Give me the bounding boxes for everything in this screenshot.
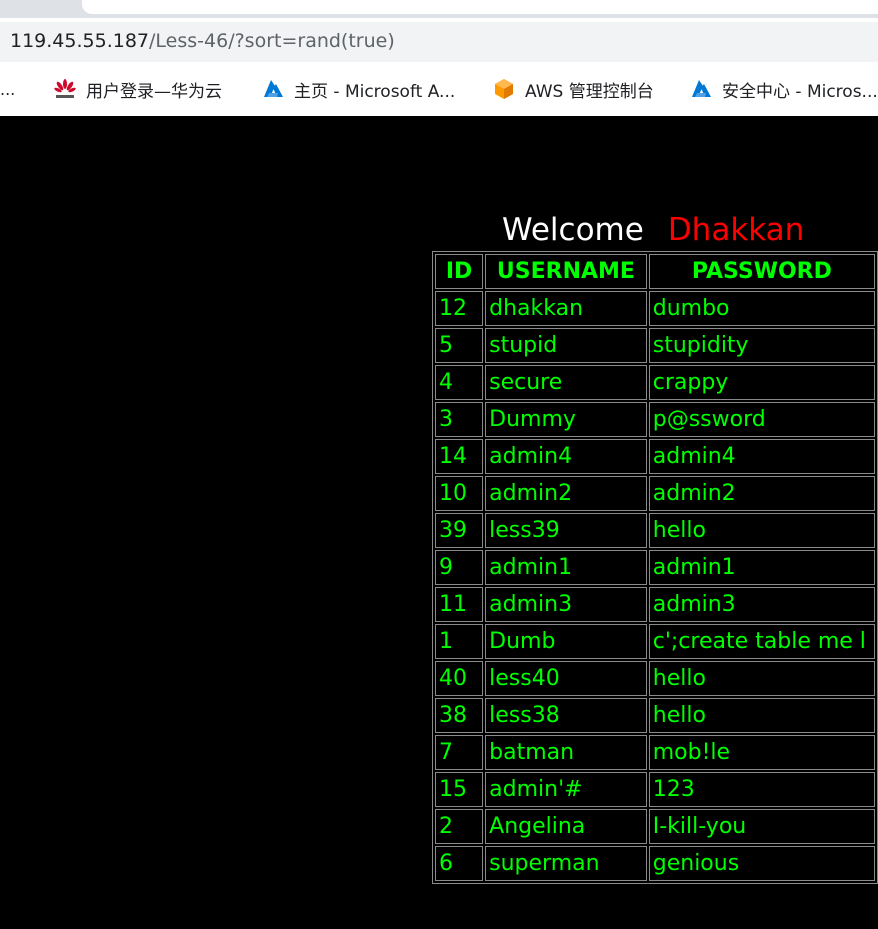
- cell-id: 6: [435, 846, 484, 881]
- bookmark-security-center[interactable]: 安全中心 - Micros...: [690, 78, 878, 102]
- table-row: 38 less38 hello: [435, 698, 875, 733]
- cell-id: 39: [435, 513, 484, 548]
- cell-password: hello: [648, 661, 875, 696]
- table-row: 4 secure crappy: [435, 365, 875, 400]
- table-row: 14 admin4 admin4: [435, 439, 875, 474]
- cell-username: Dummy: [485, 402, 647, 437]
- tab-strip: [0, 0, 878, 18]
- bookmarks-overflow[interactable]: ...: [0, 80, 15, 99]
- cell-password: crappy: [648, 365, 875, 400]
- cell-id: 15: [435, 772, 484, 807]
- cell-username: Dumb: [485, 624, 647, 659]
- bookmark-label: 安全中心 - Micros...: [722, 81, 878, 102]
- table-body: 12 dhakkan dumbo 5 stupid stupidity 4 secure cra…: [435, 291, 875, 881]
- cell-username: Angelina: [485, 809, 647, 844]
- cell-password: admin4: [648, 439, 875, 474]
- table-row: 2 Angelina I-kill-you: [435, 809, 875, 844]
- cell-username: batman: [485, 735, 647, 770]
- bookmark-label: 主页 - Microsoft A...: [294, 81, 456, 102]
- welcome-heading: Welcome Dhakkan: [502, 212, 804, 248]
- cell-id: 5: [435, 328, 484, 363]
- welcome-text: Welcome: [502, 212, 644, 248]
- browser-chrome: 119.45.55.187/Less-46/?sort=rand(true) .…: [0, 0, 878, 116]
- table-row: 6 superman genious: [435, 846, 875, 881]
- azure-icon: [690, 78, 712, 100]
- table-row: 9 admin1 admin1: [435, 550, 875, 585]
- cell-id: 3: [435, 402, 484, 437]
- bookmark-label: AWS 管理控制台: [525, 81, 654, 102]
- table-row: 11 admin3 admin3: [435, 587, 875, 622]
- bookmark-huawei[interactable]: 用户登录—华为云: [54, 78, 222, 102]
- cell-id: 4: [435, 365, 484, 400]
- azure-icon: [262, 78, 284, 100]
- cell-password: admin2: [648, 476, 875, 511]
- table-row: 12 dhakkan dumbo: [435, 291, 875, 326]
- cell-password: 123: [648, 772, 875, 807]
- cell-username: admin1: [485, 550, 647, 585]
- cell-id: 11: [435, 587, 484, 622]
- cell-username: less38: [485, 698, 647, 733]
- cell-password: hello: [648, 513, 875, 548]
- header-password: PASSWORD: [648, 254, 875, 289]
- table-row: 3 Dummy p@ssword: [435, 402, 875, 437]
- cell-password: I-kill-you: [648, 809, 875, 844]
- url-path: /Less-46/?sort=rand(true): [149, 30, 395, 52]
- bookmark-aws[interactable]: AWS 管理控制台: [493, 78, 654, 102]
- cell-username: secure: [485, 365, 647, 400]
- active-tab-edge[interactable]: [82, 0, 878, 14]
- cell-password: dumbo: [648, 291, 875, 326]
- table-row: 39 less39 hello: [435, 513, 875, 548]
- table-row: 5 stupid stupidity: [435, 328, 875, 363]
- cell-username: admin'#: [485, 772, 647, 807]
- user-name: Dhakkan: [667, 212, 805, 248]
- cell-username: less39: [485, 513, 647, 548]
- cell-username: less40: [485, 661, 647, 696]
- cell-password: stupidity: [648, 328, 875, 363]
- header-username: USERNAME: [485, 254, 647, 289]
- cell-password: p@ssword: [648, 402, 875, 437]
- cell-id: 7: [435, 735, 484, 770]
- cell-id: 38: [435, 698, 484, 733]
- cell-username: admin4: [485, 439, 647, 474]
- cell-id: 12: [435, 291, 484, 326]
- cell-id: 2: [435, 809, 484, 844]
- cell-id: 10: [435, 476, 484, 511]
- cell-password: mob!le: [648, 735, 875, 770]
- cell-password: hello: [648, 698, 875, 733]
- url-text[interactable]: 119.45.55.187/Less-46/?sort=rand(true): [10, 30, 395, 52]
- cell-username: superman: [485, 846, 647, 881]
- bookmark-microsoft-azure[interactable]: 主页 - Microsoft A...: [262, 78, 456, 102]
- table-row: 10 admin2 admin2: [435, 476, 875, 511]
- cell-password: admin3: [648, 587, 875, 622]
- cell-username: stupid: [485, 328, 647, 363]
- cell-username: dhakkan: [485, 291, 647, 326]
- cell-password: admin1: [648, 550, 875, 585]
- table-row: 7 batman mob!le: [435, 735, 875, 770]
- users-table: ID USERNAME PASSWORD 12 dhakkan dumbo 5 stup…: [432, 251, 878, 884]
- huawei-icon: [54, 78, 76, 100]
- table-row: 40 less40 hello: [435, 661, 875, 696]
- header-id: ID: [435, 254, 484, 289]
- cell-id: 40: [435, 661, 484, 696]
- table-row: 15 admin'# 123: [435, 772, 875, 807]
- cell-username: admin2: [485, 476, 647, 511]
- table-row: 1 Dumb c';create table me l: [435, 624, 875, 659]
- url-host: 119.45.55.187: [10, 30, 150, 52]
- cell-password: c';create table me l: [648, 624, 875, 659]
- cell-id: 14: [435, 439, 484, 474]
- bookmark-label: 用户登录—华为云: [86, 81, 222, 102]
- cell-password: genious: [648, 846, 875, 881]
- table-header-row: ID USERNAME PASSWORD: [435, 254, 875, 289]
- cell-id: 1: [435, 624, 484, 659]
- aws-icon: [493, 78, 515, 100]
- cell-username: admin3: [485, 587, 647, 622]
- cell-id: 9: [435, 550, 484, 585]
